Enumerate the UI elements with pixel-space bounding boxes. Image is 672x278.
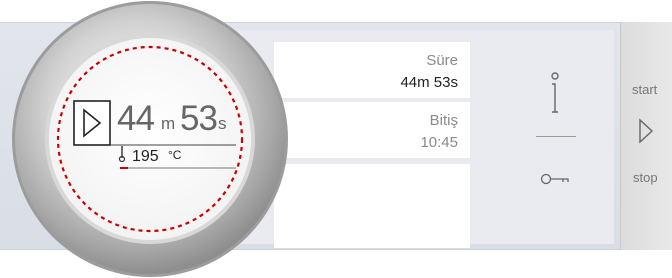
start-stop-play-icon[interactable] <box>638 118 654 144</box>
duration-label: Süre <box>426 52 458 69</box>
play-button[interactable] <box>73 100 111 146</box>
knob-seconds: 53 <box>180 99 218 138</box>
key-icon[interactable] <box>540 172 572 186</box>
knob-seconds-unit: s <box>218 114 227 133</box>
end-time-value: 10:45 <box>420 134 458 151</box>
separator <box>536 136 576 137</box>
knob-temperature-unit: °C <box>168 148 182 162</box>
duration-value: 44m 53s <box>400 74 458 91</box>
start-label[interactable]: start <box>632 82 657 97</box>
knob-temperature: 195 <box>132 148 159 165</box>
knob-minutes: 44 <box>117 99 155 138</box>
stop-label[interactable]: stop <box>633 170 658 185</box>
control-knob[interactable] <box>0 0 300 278</box>
knob-minutes-unit: m <box>161 114 176 133</box>
end-time-box[interactable]: Bitiş 10:45 <box>274 102 470 158</box>
duration-box[interactable]: Süre 44m 53s <box>274 42 470 98</box>
empty-box <box>274 164 470 248</box>
info-icon[interactable] <box>540 70 570 116</box>
end-time-label: Bitiş <box>429 112 458 129</box>
